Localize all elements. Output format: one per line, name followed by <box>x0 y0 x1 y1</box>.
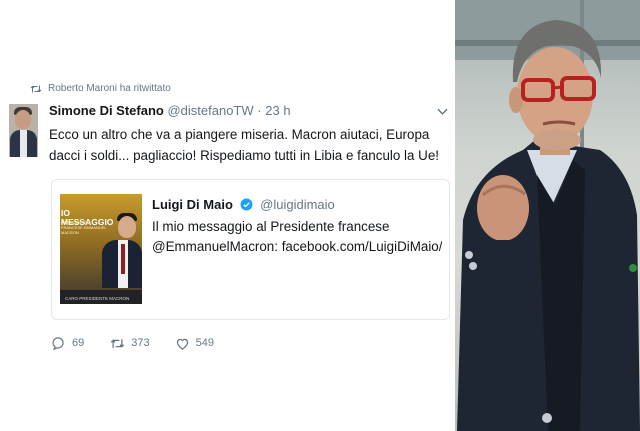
retweet-label[interactable]: Roberto Maroni ha ritwittato <box>48 83 171 94</box>
quote-author-line: Luigi Di Maio @luigidimaio <box>152 197 335 212</box>
reply-count: 69 <box>72 337 85 349</box>
like-count: 549 <box>195 337 214 349</box>
tweet-actions: 69 373 549 <box>51 333 214 353</box>
quote-text-line-1: Il mio messaggio al Presidente francese <box>152 219 390 234</box>
quoted-tweet-card[interactable]: IO MESSAGGIO PRESIDENTE FRANCESE EMMANUE… <box>51 179 450 320</box>
author-handle[interactable]: @distefanoTW <box>167 103 253 118</box>
tweet-pane: Roberto Maroni ha ritwittato Simone Di S… <box>0 0 455 431</box>
avatar[interactable] <box>9 104 38 157</box>
portrait-illustration <box>455 0 640 431</box>
tweet-author-line: Simone Di Stefano @distefanoTW · 23 h <box>49 103 291 118</box>
quote-text: Il mio messaggio al Presidente francese … <box>152 217 442 257</box>
quote-author-name[interactable]: Luigi Di Maio <box>152 197 233 212</box>
portrait-photo <box>455 0 640 431</box>
reply-icon <box>52 336 64 350</box>
reply-button[interactable]: 69 <box>51 336 84 351</box>
tweet-text: Ecco un altro che va a piangere miseria.… <box>49 127 440 163</box>
quote-text-line-2[interactable]: @EmmanuelMacron: facebook.com/LuigiDiMai… <box>152 237 442 257</box>
heart-icon <box>176 338 188 350</box>
retweet-icon <box>30 85 42 92</box>
quote-author-handle[interactable]: @luigidimaio <box>260 197 335 212</box>
retweet-count: 373 <box>131 337 150 349</box>
chevron-down-icon[interactable] <box>437 108 448 116</box>
author-name[interactable]: Simone Di Stefano <box>49 103 164 118</box>
video-thumbnail[interactable]: IO MESSAGGIO PRESIDENTE FRANCESE EMMANUE… <box>60 194 142 304</box>
thumbnail-caption: CARO PRESIDENTE MACRON <box>65 296 130 301</box>
like-button[interactable]: 549 <box>175 336 214 351</box>
verified-badge-icon <box>240 198 252 211</box>
separator-dot: · <box>257 103 262 118</box>
retweet-header: Roberto Maroni ha ritwittato <box>30 83 171 94</box>
retweet-button[interactable]: 373 <box>110 336 150 351</box>
tweet-timestamp[interactable]: 23 h <box>265 103 290 118</box>
retweet-icon <box>111 338 125 348</box>
thumbnail-subtitle: PRESIDENTE FRANCESE EMMANUEL MACRON <box>61 220 107 235</box>
